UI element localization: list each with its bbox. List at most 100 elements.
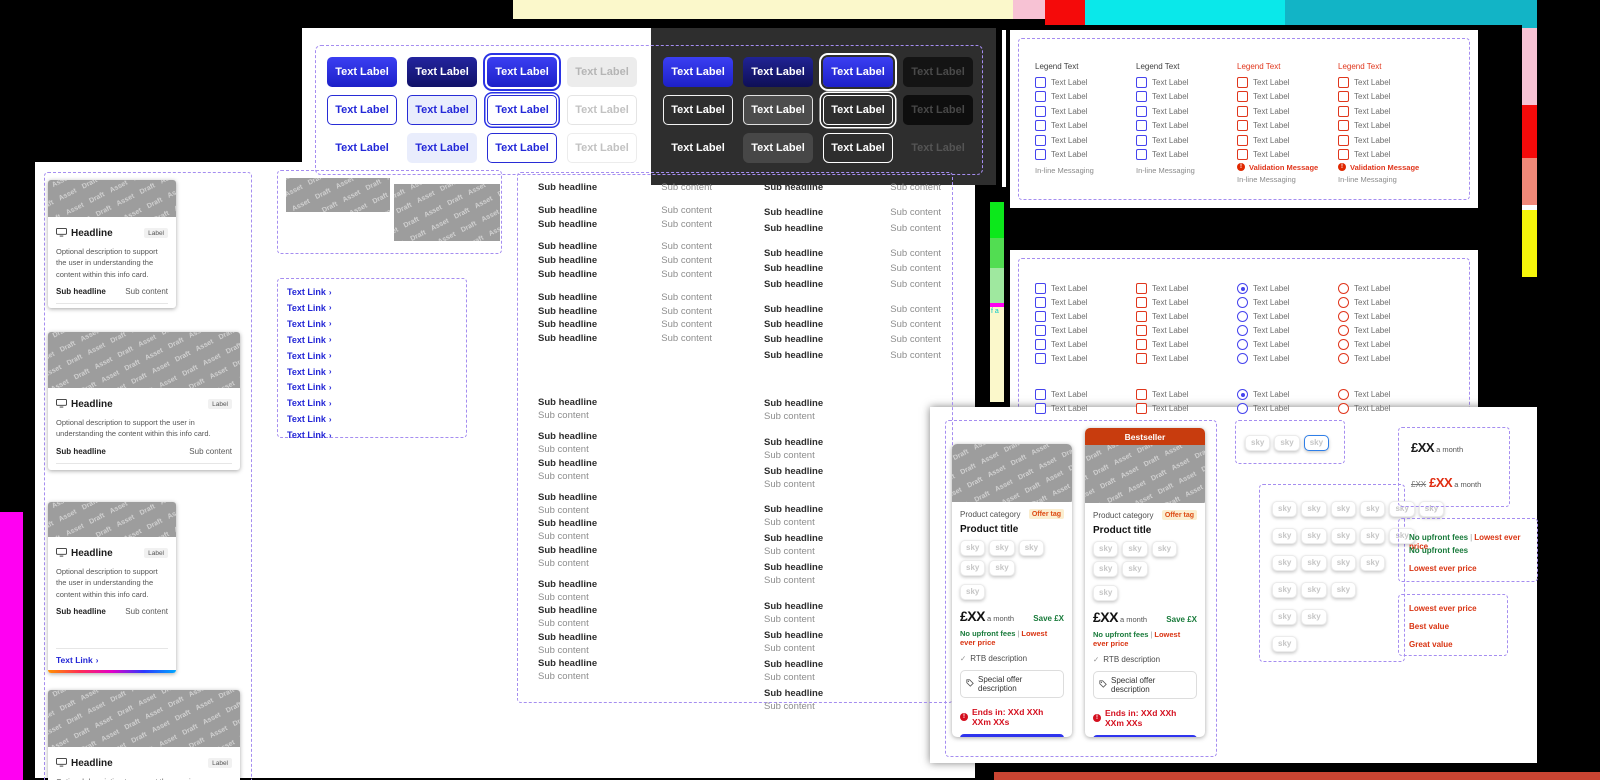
checkbox[interactable]	[1338, 91, 1349, 102]
checkbox-label[interactable]: Text Label	[1152, 107, 1188, 116]
sky-chip[interactable]: sky	[1093, 585, 1118, 601]
checkbox[interactable]	[1237, 149, 1248, 160]
button-primary-default-dark[interactable]: Text Label	[663, 57, 733, 87]
checkbox[interactable]	[1237, 120, 1248, 131]
sky-chip[interactable]: sky	[989, 560, 1014, 576]
radio-label[interactable]: Text Label	[1354, 340, 1390, 349]
checkbox[interactable]	[1136, 120, 1147, 131]
checkbox[interactable]	[1237, 91, 1248, 102]
checkbox-label[interactable]: Text Label	[1253, 107, 1289, 116]
checkbox-label[interactable]: Text Label	[1152, 354, 1188, 363]
button-tertiary-disabled-dark[interactable]: Text Label	[903, 133, 973, 163]
radio[interactable]	[1237, 339, 1248, 350]
checkbox[interactable]	[1035, 297, 1046, 308]
sky-chip[interactable]: sky	[1301, 555, 1326, 571]
checkbox-label[interactable]: Text Label	[1051, 121, 1087, 130]
checkbox[interactable]	[1035, 325, 1046, 336]
sky-chip[interactable]: sky	[1301, 501, 1326, 517]
checkbox-label[interactable]: Text Label	[1051, 404, 1087, 413]
radio[interactable]	[1338, 353, 1349, 364]
checkbox-label[interactable]: Text Label	[1354, 92, 1390, 101]
sky-chip[interactable]: sky	[960, 540, 985, 556]
sky-chip[interactable]: sky	[1301, 528, 1326, 544]
button-tertiary-default-dark[interactable]: Text Label	[663, 133, 733, 163]
sky-chip[interactable]: sky	[1331, 582, 1356, 598]
radio[interactable]	[1338, 311, 1349, 322]
radio[interactable]	[1237, 403, 1248, 414]
checkbox[interactable]	[1338, 135, 1349, 146]
checkbox-label[interactable]: Text Label	[1152, 136, 1188, 145]
checkbox[interactable]	[1338, 77, 1349, 88]
checkbox[interactable]	[1035, 283, 1046, 294]
button-tertiary-focus-light[interactable]: Text Label	[487, 133, 557, 163]
radio-label[interactable]: Text Label	[1253, 326, 1289, 335]
button-primary-focus-dark[interactable]: Text Label	[823, 57, 893, 87]
sky-chip[interactable]: sky	[1272, 555, 1297, 571]
button-tertiary-disabled-light[interactable]: Text Label	[567, 133, 637, 163]
checkbox[interactable]	[1237, 135, 1248, 146]
radio-label[interactable]: Text Label	[1253, 404, 1289, 413]
checkbox[interactable]	[1035, 149, 1046, 160]
checkbox[interactable]	[1136, 77, 1147, 88]
checkbox[interactable]	[1136, 135, 1147, 146]
checkbox[interactable]	[1338, 149, 1349, 160]
checkbox-label[interactable]: Text Label	[1152, 284, 1188, 293]
checkbox-label[interactable]: Text Label	[1152, 92, 1188, 101]
checkbox[interactable]	[1035, 403, 1046, 414]
checkbox[interactable]	[1035, 389, 1046, 400]
checkbox-label[interactable]: Text Label	[1152, 298, 1188, 307]
radio[interactable]	[1338, 283, 1349, 294]
checkbox[interactable]	[1136, 297, 1147, 308]
checkbox-label[interactable]: Text Label	[1253, 150, 1289, 159]
sky-chip[interactable]: sky	[960, 584, 985, 600]
checkbox[interactable]	[1035, 91, 1046, 102]
checkbox-label[interactable]: Text Label	[1253, 136, 1289, 145]
sky-chip[interactable]: sky	[1019, 540, 1044, 556]
checkbox-label[interactable]: Text Label	[1051, 340, 1087, 349]
radio-label[interactable]: Text Label	[1354, 326, 1390, 335]
sky-chip[interactable]: sky	[1360, 501, 1385, 517]
checkbox[interactable]	[1035, 120, 1046, 131]
sky-chip[interactable]: sky	[1331, 528, 1356, 544]
radio[interactable]	[1338, 403, 1349, 414]
checkbox[interactable]	[1136, 106, 1147, 117]
radio-label[interactable]: Text Label	[1253, 390, 1289, 399]
radio[interactable]	[1237, 325, 1248, 336]
checkbox-label[interactable]: Text Label	[1354, 150, 1390, 159]
checkbox-label[interactable]: Text Label	[1051, 298, 1087, 307]
checkbox-label[interactable]: Text Label	[1152, 78, 1188, 87]
radio-label[interactable]: Text Label	[1354, 298, 1390, 307]
sky-chip[interactable]: sky	[1093, 561, 1118, 577]
checkbox-label[interactable]: Text Label	[1051, 136, 1087, 145]
radio-label[interactable]: Text Label	[1354, 404, 1390, 413]
sky-chip[interactable]: sky	[1331, 501, 1356, 517]
checkbox-label[interactable]: Text Label	[1152, 121, 1188, 130]
radio-label[interactable]: Text Label	[1354, 390, 1390, 399]
text-link[interactable]: Text Link›	[56, 655, 168, 665]
checkbox[interactable]	[1035, 339, 1046, 350]
text-link[interactable]: Text Link›	[287, 319, 332, 329]
sky-chip[interactable]: sky	[1093, 541, 1118, 557]
checkbox-label[interactable]: Text Label	[1354, 78, 1390, 87]
checkbox-label[interactable]: Text Label	[1253, 121, 1289, 130]
checkbox[interactable]	[1237, 106, 1248, 117]
radio-label[interactable]: Text Label	[1354, 312, 1390, 321]
text-link[interactable]: Text Link›	[56, 470, 232, 471]
text-link[interactable]: Text Link›	[287, 351, 332, 361]
button-primary-hover-light[interactable]: Text Label	[407, 57, 477, 87]
checkbox-label[interactable]: Text Label	[1253, 78, 1289, 87]
checkbox[interactable]	[1237, 77, 1248, 88]
text-link[interactable]: Text Link›	[287, 335, 332, 345]
radio[interactable]	[1237, 353, 1248, 364]
checkbox[interactable]	[1035, 135, 1046, 146]
radio-label[interactable]: Text Label	[1253, 340, 1289, 349]
sky-chip[interactable]: sky	[1301, 582, 1326, 598]
checkbox-label[interactable]: Text Label	[1354, 121, 1390, 130]
checkbox[interactable]	[1136, 325, 1147, 336]
sky-chip[interactable]: sky	[1301, 609, 1326, 625]
checkbox[interactable]	[1035, 311, 1046, 322]
radio-label[interactable]: Text Label	[1354, 354, 1390, 363]
checkbox-label[interactable]: Text Label	[1152, 404, 1188, 413]
radio-label[interactable]: Text Label	[1253, 284, 1289, 293]
info-card[interactable]: Draft Asset Draft Asset Draft Asset Draf…	[48, 332, 240, 470]
